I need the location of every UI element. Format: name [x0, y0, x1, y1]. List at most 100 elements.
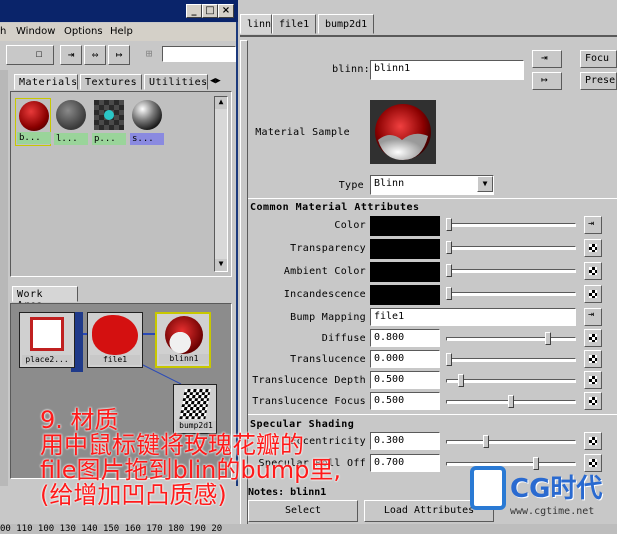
tab-file[interactable]: file1	[272, 14, 316, 34]
output-connections-button[interactable]: ↦	[532, 72, 562, 90]
color-slider-track[interactable]	[446, 246, 576, 250]
logo-icon	[470, 466, 506, 510]
attribute-tabs: linn1 file1 bump2d1	[240, 14, 617, 34]
color-slider-thumb[interactable]	[446, 241, 452, 254]
numeric-row-label: Diffuse	[321, 333, 366, 344]
specular-slider-track[interactable]	[446, 440, 576, 444]
material-swatch-lambert[interactable]: l...	[53, 98, 89, 146]
color-swatch[interactable]	[370, 262, 440, 282]
menu-options[interactable]: Options	[64, 26, 103, 37]
annotation-line-1: 9. 材质	[40, 406, 119, 434]
checker-icon	[589, 244, 597, 252]
checker-icon	[589, 334, 597, 342]
menu-edit[interactable]: h	[0, 26, 6, 37]
tab-bump[interactable]: bump2d1	[318, 14, 374, 34]
numeric-field[interactable]: 0.500	[370, 392, 440, 410]
menu-window[interactable]: Window	[16, 26, 55, 37]
color-slider-track[interactable]	[446, 269, 576, 273]
material-sphere-icon	[56, 100, 86, 130]
map-button[interactable]	[584, 329, 602, 347]
tab-scroll-arrows-icon[interactable]: ◀▶	[210, 76, 221, 86]
map-button[interactable]	[584, 371, 602, 389]
color-slider-thumb[interactable]	[446, 218, 452, 231]
numeric-field[interactable]: 0.000	[370, 350, 440, 368]
material-swatch-label: p...	[92, 133, 126, 145]
numeric-field[interactable]: 0.300	[370, 432, 440, 450]
tutorial-annotation: 9. 材质 用中鼠标键将玫瑰花瓣的 file图片拖到blin的bump里, (给…	[40, 408, 341, 508]
input-connections-button[interactable]: ⇥	[532, 50, 562, 68]
type-value: Blinn	[374, 178, 405, 189]
presets-button[interactable]: Prese	[580, 72, 617, 90]
close-button[interactable]: ×	[218, 4, 234, 18]
numeric-slider-thumb[interactable]	[446, 353, 452, 366]
material-swatch-particle[interactable]: p...	[91, 98, 127, 146]
menu-help[interactable]: Help	[110, 26, 133, 37]
material-name-field[interactable]: blinn1	[370, 60, 524, 80]
material-swatch-shading-group[interactable]: s...	[129, 98, 165, 146]
numeric-field[interactable]: 0.500	[370, 371, 440, 389]
checker-icon	[589, 267, 597, 275]
material-sample-label: Material Sample	[255, 127, 350, 138]
tab-textures[interactable]: Textures	[80, 74, 142, 90]
checker-icon	[589, 290, 597, 298]
numeric-slider-track[interactable]	[446, 337, 576, 341]
blinn-node[interactable]: blinn1	[155, 312, 211, 368]
chevron-down-icon[interactable]: ▼	[477, 176, 493, 192]
material-swatch-blinn[interactable]: b...	[15, 98, 51, 146]
material-sphere-icon	[375, 104, 431, 160]
map-button[interactable]	[584, 432, 602, 450]
map-button[interactable]	[584, 392, 602, 410]
map-button[interactable]	[584, 239, 602, 257]
scroll-up-icon[interactable]: ▲	[215, 97, 227, 109]
toolbar: ☐ ⇥ ⇔ ↦ ⊞	[0, 42, 236, 68]
bump-mapping-label: Bump Mapping	[290, 312, 366, 323]
checker-icon	[589, 397, 597, 405]
tab-work-area[interactable]: Work Area	[12, 286, 78, 311]
color-swatch[interactable]	[370, 285, 440, 305]
color-swatch[interactable]	[370, 216, 440, 236]
logo-text: CG时代	[510, 474, 603, 504]
numeric-slider-thumb[interactable]	[508, 395, 514, 408]
search-field[interactable]	[162, 46, 236, 62]
particle-swatch-icon	[94, 100, 124, 130]
scroll-down-icon[interactable]: ▼	[215, 259, 227, 271]
type-dropdown[interactable]: Blinn ▼	[370, 175, 494, 195]
bump-map-button[interactable]: ⇥	[584, 308, 602, 326]
clear-graph-icon[interactable]: ☐	[28, 45, 50, 65]
place2d-icon	[30, 317, 64, 351]
rearrange-icon[interactable]: ⊞	[138, 45, 160, 65]
numeric-field[interactable]: 0.700	[370, 454, 440, 472]
section-common-attributes[interactable]: Common Material Attributes	[250, 202, 420, 213]
maximize-button[interactable]: □	[202, 4, 218, 18]
graph-output-icon[interactable]: ↦	[108, 45, 130, 65]
focus-button[interactable]: Focu	[580, 50, 617, 68]
material-sphere-icon	[132, 100, 162, 130]
color-slider-track[interactable]	[446, 223, 576, 227]
map-button[interactable]: ⇥	[584, 216, 602, 234]
tab-utilities[interactable]: Utilities	[144, 74, 208, 90]
graph-input-output-icon[interactable]: ⇔	[84, 45, 106, 65]
minimize-button[interactable]: _	[186, 4, 202, 18]
map-button[interactable]	[584, 285, 602, 303]
tab-materials[interactable]: Materials	[14, 74, 78, 90]
numeric-slider-thumb[interactable]	[458, 374, 464, 387]
tab-blinn[interactable]: linn1	[240, 14, 277, 34]
file-node[interactable]: file1	[87, 312, 143, 368]
color-slider-thumb[interactable]	[446, 287, 452, 300]
numeric-field[interactable]: 0.800	[370, 329, 440, 347]
map-button[interactable]	[584, 350, 602, 368]
numeric-slider-track[interactable]	[446, 358, 576, 362]
bump-mapping-field[interactable]: file1	[370, 308, 576, 326]
numeric-slider-thumb[interactable]	[545, 332, 551, 345]
color-row-label: Incandescence	[283, 289, 366, 300]
materials-scrollbar[interactable]: ▲ ▼	[214, 96, 228, 272]
specular-slider-thumb[interactable]	[483, 435, 489, 448]
color-slider-track[interactable]	[446, 292, 576, 296]
graph-input-icon[interactable]: ⇥	[60, 45, 82, 65]
color-slider-thumb[interactable]	[446, 264, 452, 277]
numeric-slider-track[interactable]	[446, 379, 576, 383]
node-label: blinn1	[159, 354, 209, 364]
color-swatch[interactable]	[370, 239, 440, 259]
map-button[interactable]	[584, 262, 602, 280]
place2d-node[interactable]: place2...	[19, 312, 75, 368]
